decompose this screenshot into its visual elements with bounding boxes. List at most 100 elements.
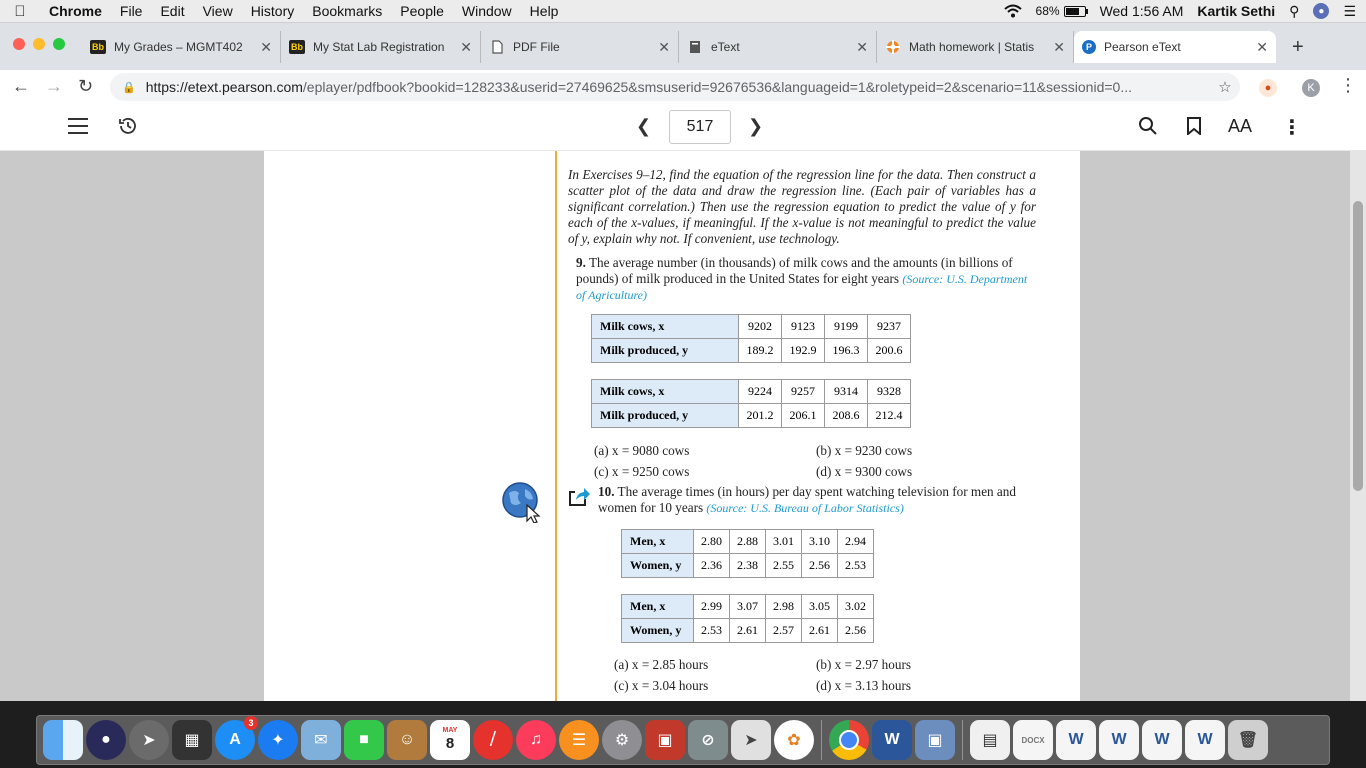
- extension-icon[interactable]: ●: [1259, 79, 1277, 97]
- minimize-window-button[interactable]: [33, 38, 45, 50]
- close-tab-icon[interactable]: ✕: [460, 39, 472, 56]
- menu-bookmarks[interactable]: Bookmarks: [303, 3, 391, 19]
- url-bar[interactable]: 🔒 https://etext.pearson.com/eplayer/pdfb…: [110, 73, 1240, 101]
- menu-people[interactable]: People: [391, 3, 453, 19]
- url-text[interactable]: https://etext.pearson.com/eplayer/pdfboo…: [146, 79, 1210, 95]
- menu-edit[interactable]: Edit: [151, 3, 193, 19]
- apple-menu-icon[interactable]: : [0, 3, 40, 20]
- close-tab-icon[interactable]: ✕: [260, 39, 272, 56]
- exercise-10-table-2: Men, x 2.99 3.07 2.98 3.05 3.02 Women, y…: [621, 594, 874, 643]
- tab-math-homework[interactable]: Math homework | Statis ✕: [877, 31, 1074, 63]
- hamburger-menu-icon[interactable]: [68, 118, 88, 134]
- photo-booth-icon[interactable]: ▣: [645, 720, 685, 760]
- tab-my-grades[interactable]: Bb My Grades – MGMT402 ✕: [82, 31, 281, 63]
- news-icon[interactable]: ⧸: [473, 720, 513, 760]
- calendar-icon[interactable]: MAY 8: [430, 720, 470, 760]
- menu-help[interactable]: Help: [521, 3, 568, 19]
- forward-arrow-icon[interactable]: →: [45, 76, 63, 97]
- next-page-chevron-icon[interactable]: ❯: [748, 116, 763, 137]
- contacts-book-icon[interactable]: ☺: [387, 720, 427, 760]
- trash-icon[interactable]: 🗑: [1228, 720, 1268, 760]
- bookmark-icon[interactable]: [1187, 117, 1201, 135]
- scrollbar-thumb[interactable]: [1353, 201, 1363, 491]
- word-document-icon[interactable]: W: [1056, 720, 1096, 760]
- chrome-icon[interactable]: [829, 720, 869, 760]
- chrome-center-icon: [839, 730, 859, 750]
- siri-icon[interactable]: ●: [1313, 3, 1330, 19]
- bookmark-star-icon[interactable]: ☆: [1210, 78, 1240, 96]
- word-document-icon[interactable]: W: [1185, 720, 1225, 760]
- choice-b: (b) x = 2.97 hours: [816, 657, 911, 672]
- menu-file[interactable]: File: [111, 3, 152, 19]
- choice-c: (c) x = 3.04 hours: [614, 678, 709, 693]
- reload-icon[interactable]: ↻: [78, 76, 93, 97]
- back-arrow-icon[interactable]: ←: [12, 76, 30, 97]
- tab-title: My Stat Lab Registration: [313, 40, 445, 54]
- share-arrow-icon[interactable]: [567, 485, 591, 507]
- new-tab-button[interactable]: +: [1292, 36, 1304, 59]
- more-options-icon[interactable]: ⋮: [1282, 115, 1302, 140]
- app-store-icon[interactable]: A3: [215, 716, 258, 760]
- safari-compass-icon[interactable]: ✦: [258, 720, 298, 760]
- table-cell: 2.94: [837, 529, 874, 554]
- close-tab-icon[interactable]: ✕: [856, 39, 868, 56]
- menu-view[interactable]: View: [194, 3, 242, 19]
- spotlight-search-icon[interactable]: ⚲: [1289, 3, 1299, 20]
- table-row: Women, y 2.36 2.38 2.55 2.56 2.53: [621, 553, 874, 578]
- notification-center-icon[interactable]: ☰: [1343, 3, 1356, 20]
- search-icon[interactable]: [1138, 116, 1158, 136]
- launchpad-rocket-icon[interactable]: ➤: [129, 720, 169, 760]
- menu-history[interactable]: History: [242, 3, 304, 19]
- facetime-icon[interactable]: ■: [344, 720, 384, 760]
- calendar-day: 8: [445, 735, 455, 752]
- textbook-page: In Exercises 9–12, find the equation of …: [264, 151, 1080, 701]
- word-icon[interactable]: W: [872, 720, 912, 760]
- globe-link-icon[interactable]: [501, 481, 543, 523]
- mail-stamp-icon[interactable]: ✉: [301, 720, 341, 760]
- reader-content: In Exercises 9–12, find the equation of …: [0, 151, 1366, 701]
- siri-icon[interactable]: ●: [86, 720, 126, 760]
- books-icon[interactable]: ☰: [559, 720, 599, 760]
- tab-stat-lab-registration[interactable]: Bb My Stat Lab Registration ✕: [281, 31, 481, 63]
- tabs: Bb My Grades – MGMT402 ✕ Bb My Stat Lab …: [82, 31, 1276, 63]
- vertical-scrollbar[interactable]: [1350, 151, 1366, 701]
- word-document-icon[interactable]: W: [1142, 720, 1182, 760]
- document-stack-icon[interactable]: ▤: [970, 720, 1010, 760]
- font-size-button[interactable]: AA: [1228, 116, 1252, 137]
- system-preferences-gear-icon[interactable]: ⚙: [602, 720, 642, 760]
- photos-icon[interactable]: ✿: [774, 720, 814, 760]
- preview-icon[interactable]: ▣: [915, 720, 955, 760]
- close-tab-icon[interactable]: ✕: [1053, 39, 1065, 56]
- finder-icon[interactable]: [43, 720, 83, 760]
- tab-title: Math homework | Statis: [909, 40, 1035, 54]
- docx-file-icon[interactable]: DOCX: [1013, 720, 1053, 760]
- word-document-icon[interactable]: W: [1099, 720, 1139, 760]
- music-note-icon[interactable]: ♫: [516, 720, 556, 760]
- history-icon[interactable]: [118, 116, 138, 136]
- chrome-menu-icon[interactable]: ⋮: [1339, 75, 1357, 96]
- menu-window[interactable]: Window: [453, 3, 521, 19]
- page-number-input[interactable]: 517: [669, 110, 731, 144]
- tab-pearson-etext[interactable]: P Pearson eText ✕: [1074, 31, 1276, 63]
- choice-d: (d) x = 3.13 hours: [816, 678, 911, 693]
- table-cell: 2.56: [801, 553, 838, 578]
- user-name[interactable]: Kartik Sethi: [1197, 3, 1275, 19]
- table-row: Milk cows, x 9224 9257 9314 9328: [591, 379, 911, 404]
- zoom-window-button[interactable]: [53, 38, 65, 50]
- previous-page-chevron-icon[interactable]: ❮: [636, 116, 651, 137]
- tab-pdf-file[interactable]: PDF File ✕: [481, 31, 679, 63]
- maps-icon[interactable]: ➤: [731, 720, 771, 760]
- close-window-button[interactable]: [13, 38, 25, 50]
- blocked-app-icon[interactable]: ⊘: [688, 720, 728, 760]
- lock-icon[interactable]: 🔒: [122, 81, 136, 94]
- close-tab-icon[interactable]: ✕: [1256, 39, 1268, 56]
- wifi-icon[interactable]: [1003, 4, 1022, 18]
- battery-status[interactable]: 68%: [1036, 4, 1088, 18]
- menu-app-name[interactable]: Chrome: [40, 3, 111, 19]
- tab-etext[interactable]: eText ✕: [679, 31, 877, 63]
- clock[interactable]: Wed 1:56 AM: [1100, 3, 1184, 19]
- dock-area: ● ➤ ▦ A3 ✦ ✉ ■ ☺ MAY 8 ⧸ ♫ ☰ ⚙ ▣ ⊘ ➤ ✿ W…: [0, 701, 1366, 768]
- activity-monitor-icon[interactable]: ▦: [172, 720, 212, 760]
- profile-avatar[interactable]: K: [1302, 79, 1320, 97]
- close-tab-icon[interactable]: ✕: [658, 39, 670, 56]
